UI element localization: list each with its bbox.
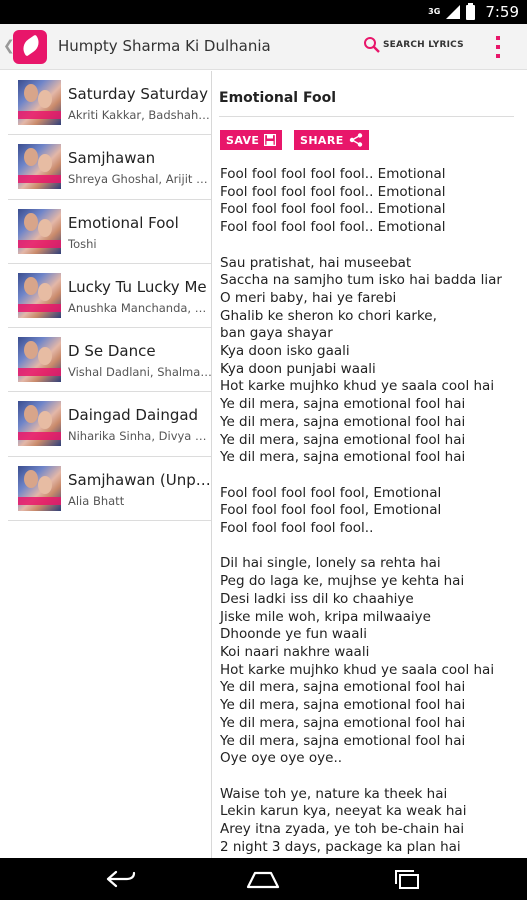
song-artist: Vishal Dadlani, Shalmali Kholgade <box>68 365 212 380</box>
song-list: Saturday Saturday Akriti Kakkar, Badshah… <box>0 71 214 858</box>
song-title: Samjhawan (Unplugged) <box>68 470 214 489</box>
album-art <box>18 272 61 318</box>
feather-app-icon[interactable] <box>13 30 47 64</box>
album-art <box>18 401 61 447</box>
song-artist: Niharika Sinha, Divya Kumar <box>68 429 212 444</box>
app-title: Humpty Sharma Ki Dulhania <box>58 37 271 55</box>
song-artist: Shreya Ghoshal, Arijit Singh <box>68 172 212 187</box>
song-artist: Toshi <box>68 236 97 251</box>
song-title: Samjhawan <box>68 149 156 168</box>
save-label: SAVE <box>226 133 260 147</box>
song-artist: Anushka Manchanda, Siddharth Mahadevan <box>68 300 212 315</box>
song-artist: Alia Bhatt <box>68 493 125 508</box>
share-button[interactable]: SHARE <box>294 130 369 150</box>
lyrics-text: Fool fool fool fool fool.. Emotional Foo… <box>220 166 502 858</box>
recents-icon[interactable] <box>392 867 424 891</box>
song-title: Lucky Tu Lucky Me <box>68 277 207 296</box>
list-item[interactable]: Lucky Tu Lucky Me Anushka Manchanda, Sid… <box>8 264 212 329</box>
save-button[interactable]: SAVE <box>220 130 283 150</box>
floppy-disk-icon <box>264 134 277 146</box>
navigation-bar <box>0 858 527 900</box>
song-title: Saturday Saturday <box>68 85 208 103</box>
song-artist: Akriti Kakkar, Badshah, Indeep Bakshi <box>68 108 212 122</box>
status-time: 7:59 <box>485 3 519 21</box>
status-bar: 3G 7:59 <box>0 0 527 24</box>
list-item[interactable]: Emotional Fool Toshi <box>8 200 211 264</box>
status-icons: 3G 7:59 <box>428 0 519 24</box>
song-title: Daingad Daingad <box>68 406 199 425</box>
lyrics-pane[interactable]: Emotional Fool SAVE SHARE Fool fool fool… <box>212 71 527 858</box>
search-lyrics-button[interactable]: SEARCH LYRICS <box>363 36 464 54</box>
album-art <box>18 337 61 383</box>
network-type: 3G <box>428 7 441 16</box>
home-icon[interactable] <box>245 867 281 891</box>
search-lyrics-label: SEARCH LYRICS <box>383 40 464 50</box>
back-icon[interactable] <box>104 867 138 891</box>
search-icon <box>364 37 380 53</box>
share-icon <box>349 133 362 147</box>
share-label: SHARE <box>300 133 344 147</box>
list-item[interactable]: D Se Dance Vishal Dadlani, Shalmali Khol… <box>8 328 212 393</box>
album-art <box>18 465 61 511</box>
song-title: D Se Dance <box>68 342 156 361</box>
signal-icon <box>446 5 461 19</box>
song-heading: Emotional Fool <box>219 90 514 117</box>
album-art <box>18 80 61 125</box>
album-art <box>18 144 61 190</box>
overflow-menu-icon[interactable] <box>490 36 506 58</box>
song-title: Emotional Fool <box>68 213 179 232</box>
list-item[interactable]: Samjhawan Shreya Ghoshal, Arijit Singh <box>8 135 212 200</box>
list-item[interactable]: Samjhawan (Unplugged) Alia Bhatt <box>8 457 214 522</box>
action-bar: ❮ Humpty Sharma Ki Dulhania SEARCH LYRIC… <box>0 24 527 70</box>
list-item[interactable]: Daingad Daingad Niharika Sinha, Divya Ku… <box>8 392 212 457</box>
album-art <box>18 208 61 254</box>
battery-icon <box>466 2 476 20</box>
list-item[interactable]: Saturday Saturday Akriti Kakkar, Badshah… <box>8 71 212 136</box>
